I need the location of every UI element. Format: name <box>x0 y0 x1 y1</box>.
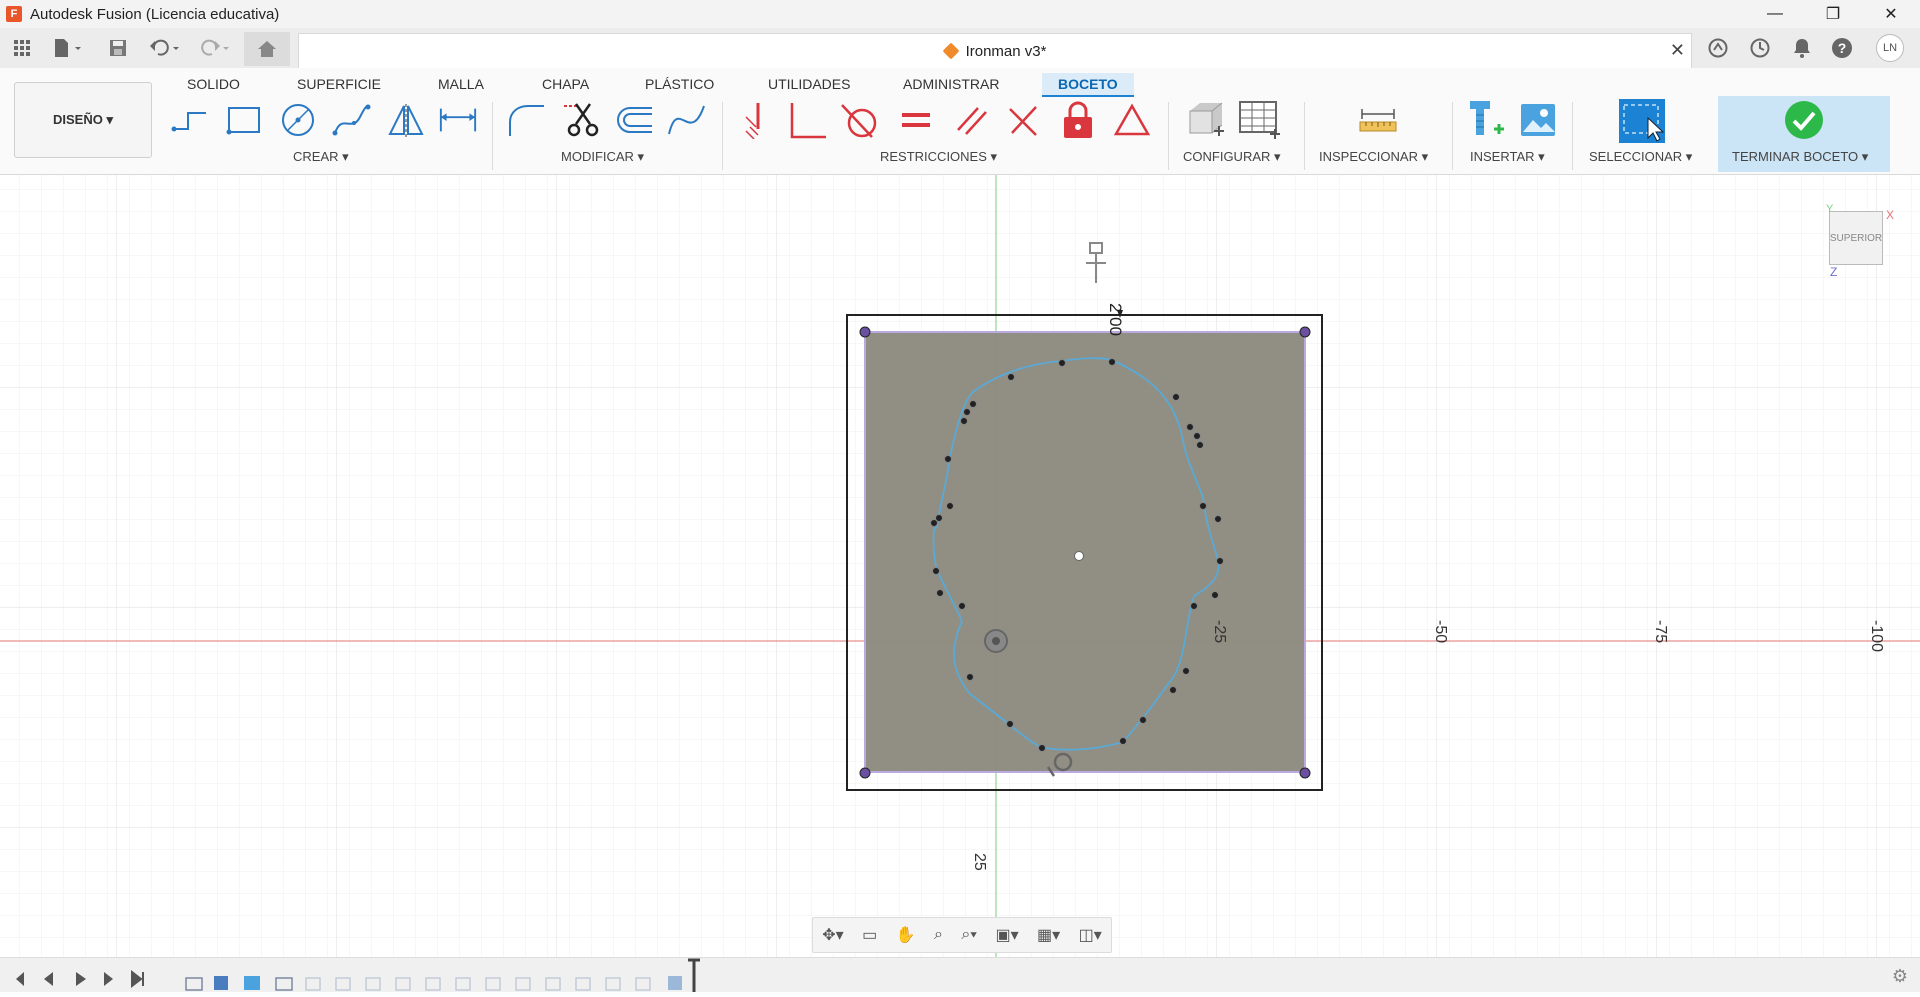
group-insertar[interactable]: INSERTAR ▾ <box>1470 149 1545 165</box>
timeline-settings-gear-icon[interactable]: ⚙ <box>1892 966 1908 987</box>
line-tool-icon[interactable] <box>170 100 210 140</box>
sketch-canvas[interactable]: 2.00 -25 -50 -75 -100 25 <box>0 175 1920 957</box>
app-grid-icon[interactable] <box>10 36 34 60</box>
undo-icon[interactable] <box>146 36 182 60</box>
group-configurar[interactable]: CONFIGURAR ▾ <box>1183 149 1281 165</box>
extensions-icon[interactable] <box>1706 36 1730 60</box>
measure-ruler-icon[interactable] <box>1356 100 1400 140</box>
fillet-tool-icon[interactable] <box>506 100 546 140</box>
tab-utilidades[interactable]: UTILIDADES <box>768 73 850 95</box>
axis-label-minus75: -75 <box>1652 620 1669 643</box>
title-bar: F Autodesk Fusion (Licencia educativa) —… <box>0 0 1920 28</box>
toolbar-ribbon: DISEÑO ▾ SOLIDO SUPERFICIE MALLA CHAPA P… <box>0 68 1920 175</box>
tangent-constraint-icon[interactable] <box>840 100 880 140</box>
viewcube-axis-y: Y <box>1826 203 1834 215</box>
perpendicular-constraint-icon[interactable] <box>788 100 828 140</box>
collinear-constraint-icon[interactable] <box>1004 100 1044 140</box>
maximize-button[interactable]: ❐ <box>1804 0 1862 28</box>
save-icon[interactable] <box>106 36 130 60</box>
viewcube-axis-x: X <box>1886 208 1895 222</box>
parameters-table-icon[interactable] <box>1238 100 1282 140</box>
navigation-bar: ✥▾ ▭ ✋ ⌕ ⌕▾ ▣▾ ▦▾ ◫▾ <box>812 917 1112 953</box>
lock-constraint-icon[interactable] <box>1058 100 1098 140</box>
center-point <box>1074 551 1084 561</box>
group-seleccionar[interactable]: SELECCIONAR ▾ <box>1589 149 1692 165</box>
window-title: Autodesk Fusion (Licencia educativa) <box>30 5 280 23</box>
view-cube-face[interactable]: SUPERIOR <box>1830 233 1882 244</box>
design-cube-icon <box>942 42 959 60</box>
fit-zoom-icon[interactable]: ⌕▾ <box>961 926 977 944</box>
redo-icon[interactable] <box>196 36 232 60</box>
fusion-logo-icon: F <box>6 6 22 22</box>
timeline-bar: ⚙ <box>0 957 1920 992</box>
document-tab[interactable]: Ironman v3* ✕ <box>298 33 1692 68</box>
sketch-viewport[interactable]: 2.00 -25 -50 -75 -100 25 <box>0 175 1920 957</box>
axis-label-minus25: -25 <box>1211 620 1228 643</box>
tab-administrar[interactable]: ADMINISTRAR <box>903 73 999 95</box>
orbit-icon[interactable]: ✥▾ <box>822 925 843 945</box>
tab-superficie[interactable]: SUPERFICIE <box>297 73 381 95</box>
view-cube[interactable]: SUPERIOR <box>1829 211 1883 265</box>
document-name: Ironman v3* <box>965 42 1047 60</box>
close-window-button[interactable]: ✕ <box>1862 0 1920 28</box>
trim-scissors-icon[interactable] <box>562 100 602 140</box>
timeline-controls[interactable] <box>0 958 720 992</box>
insert-mcmaster-icon[interactable] <box>1464 100 1508 140</box>
file-menu-icon[interactable] <box>50 36 86 60</box>
viewcube-axis-z: Z <box>1830 265 1838 279</box>
help-icon[interactable]: ? <box>1830 36 1854 60</box>
tab-plastico[interactable]: PLÁSTICO <box>645 73 714 95</box>
close-document-icon[interactable]: ✕ <box>1670 40 1685 61</box>
axis-label-minus50: -50 <box>1432 620 1449 643</box>
fix-constraint-icon[interactable] <box>736 100 776 140</box>
circle-tool-icon[interactable] <box>278 100 318 140</box>
sketch-palette-icon[interactable] <box>1184 100 1228 140</box>
notifications-icon[interactable] <box>1790 36 1814 60</box>
tab-chapa[interactable]: CHAPA <box>542 73 589 95</box>
insert-image-icon[interactable] <box>1516 100 1560 140</box>
dimension-tool-icon[interactable] <box>438 100 478 140</box>
group-inspeccionar[interactable]: INSPECCIONAR ▾ <box>1319 149 1428 165</box>
axis-label-minus100: -100 <box>1868 620 1885 652</box>
zoom-icon[interactable]: ⌕ <box>934 926 943 944</box>
group-modificar[interactable]: MODIFICAR ▾ <box>561 149 644 165</box>
finish-sketch-check-icon[interactable] <box>1784 100 1824 140</box>
workspace-selector[interactable]: DISEÑO ▾ <box>14 82 152 158</box>
mirror-tool-icon[interactable] <box>386 100 426 140</box>
axis-label-25: 25 <box>971 853 988 871</box>
offset-tool-icon[interactable] <box>614 100 654 140</box>
viewports-icon[interactable]: ◫▾ <box>1079 925 1102 945</box>
symmetry-constraint-icon[interactable] <box>1112 100 1152 140</box>
equal-constraint-icon[interactable] <box>896 100 936 140</box>
dimension-value: 2.00 <box>1106 303 1125 336</box>
tab-boceto[interactable]: BOCETO <box>1042 73 1134 97</box>
pan-hand-icon[interactable]: ✋ <box>896 925 916 945</box>
group-crear[interactable]: CREAR ▾ <box>293 149 349 165</box>
tab-malla[interactable]: MALLA <box>438 73 484 95</box>
user-avatar[interactable]: LN <box>1876 34 1904 62</box>
job-status-icon[interactable] <box>1748 36 1772 60</box>
parallel-constraint-icon[interactable] <box>952 100 992 140</box>
home-icon[interactable] <box>244 32 290 66</box>
rectangle-tool-icon[interactable] <box>224 100 264 140</box>
display-settings-icon[interactable]: ▣▾ <box>995 925 1018 945</box>
spline-tool-icon[interactable] <box>332 100 372 140</box>
canvas-image <box>864 331 1306 773</box>
spline-edit-icon[interactable] <box>666 100 706 140</box>
select-window-icon[interactable] <box>1618 98 1666 144</box>
group-restricciones[interactable]: RESTRICCIONES ▾ <box>880 149 997 165</box>
group-terminar-boceto[interactable]: TERMINAR BOCETO ▾ <box>1732 149 1868 165</box>
look-at-icon[interactable]: ▭ <box>862 925 877 945</box>
grid-settings-icon[interactable]: ▦▾ <box>1037 925 1060 945</box>
tab-solido[interactable]: SOLIDO <box>187 73 240 95</box>
origin-marker <box>984 629 1008 653</box>
minimize-button[interactable]: — <box>1746 0 1804 28</box>
